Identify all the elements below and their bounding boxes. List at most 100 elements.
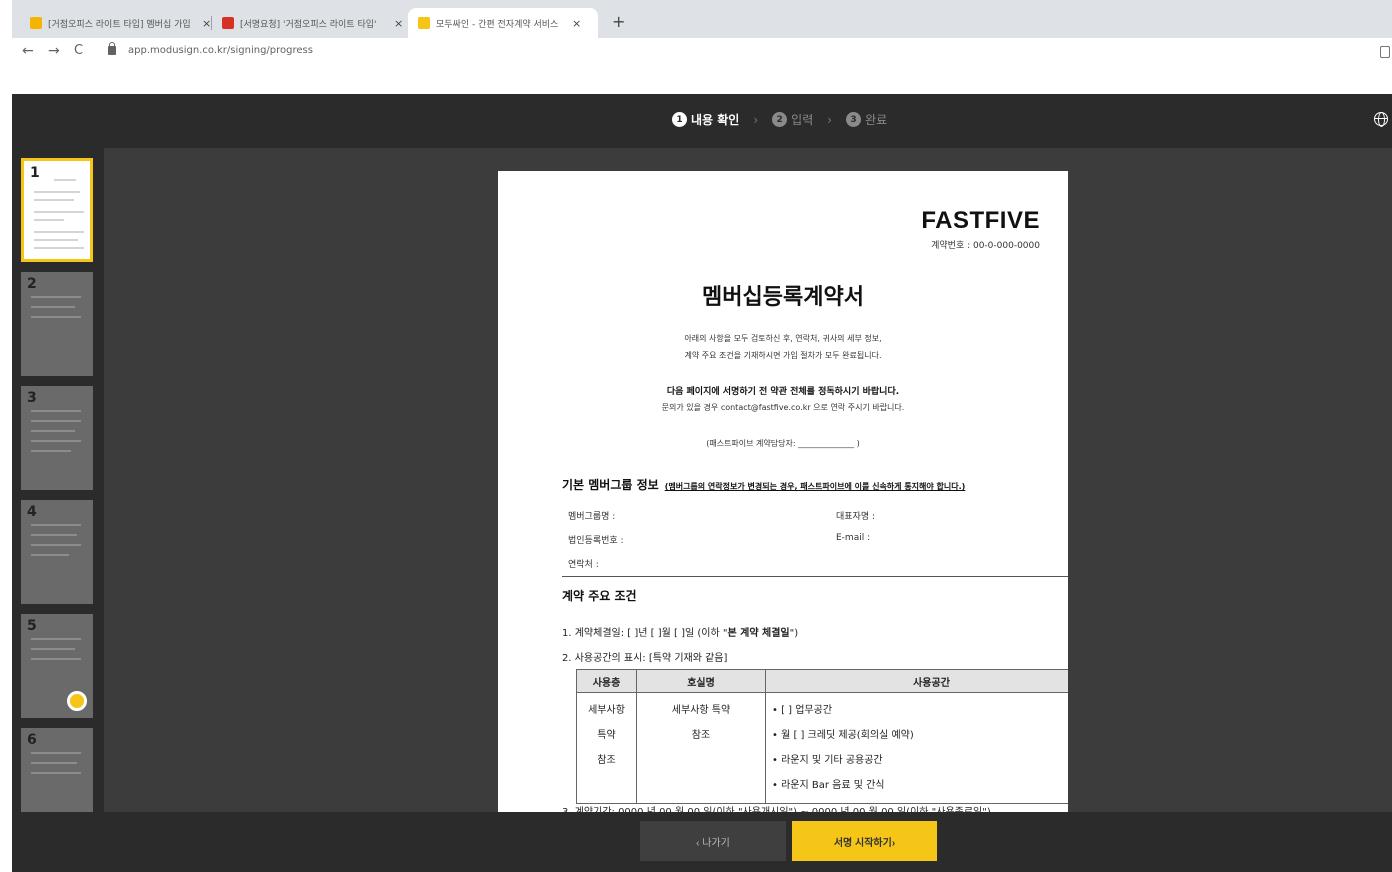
thumbnail-line	[34, 231, 84, 233]
thumbnail-number: 5	[27, 618, 37, 634]
cell-line: 참조	[597, 755, 616, 766]
browser-tab-3[interactable]: 모두싸인 - 간편 전자계약 서비스 ×	[408, 8, 598, 38]
step-label: 내용 확인	[691, 113, 740, 127]
thumbnail-line	[31, 316, 81, 318]
page-thumbnail-sidebar[interactable]: 1 2 3 4 5 6	[12, 148, 104, 812]
tab-title: [서명요청] '거점오피스 라이트 타입'	[240, 19, 377, 30]
term-bold: 본 계약 체결일	[727, 628, 790, 639]
thumbnail-number: 2	[27, 276, 37, 292]
field-email: E-mail :	[836, 533, 871, 543]
thumbnail-line	[34, 239, 78, 241]
intro-text-line: 아래의 사항을 모두 검토하신 후, 연락처, 귀사의 세부 정보,	[684, 334, 882, 343]
thumbnail-number: 3	[27, 390, 37, 406]
section-title-member-info: 기본 멤버그룹 정보 (멤버그룹의 연락정보가 변경되는 경우, 패스트파이브에 …	[562, 476, 965, 493]
contract-manager: (패스트파이브 계약담당자: ______________ )	[706, 439, 860, 448]
thumbnail-number: 4	[27, 504, 37, 520]
thumbnail-line	[31, 752, 81, 754]
page-thumbnail-4[interactable]: 4	[21, 500, 93, 604]
cell-line: • [ ] 업무공간	[772, 705, 833, 716]
term-text: ")	[789, 628, 799, 639]
step-complete: 3 완료	[846, 111, 887, 128]
exit-button[interactable]: ‹ 나가기	[640, 821, 786, 861]
step-number: 2	[772, 112, 788, 127]
field-contact: 연락처 :	[568, 560, 599, 570]
thumbnail-line	[31, 554, 69, 556]
field-representative: 대표자명 :	[836, 512, 876, 522]
lock-icon	[108, 42, 116, 55]
step-label: 입력	[791, 113, 814, 127]
thumbnail-number: 6	[27, 732, 37, 748]
document-title: 멤버십등록계약서	[702, 285, 864, 310]
browser-tab-1[interactable]: [거점오피스 라이트 타입] 멤버십 가입 ×	[20, 8, 221, 38]
address-bar: ← → C app.modusign.co.kr/signing/progres…	[12, 38, 1392, 68]
page-thumbnail-3[interactable]: 3	[21, 386, 93, 490]
thumbnail-line	[54, 179, 76, 181]
cell-line: • 라운지 Bar 음료 및 간식	[772, 780, 885, 791]
browser-tab-2[interactable]: [서명요청] '거점오피스 라이트 타입' ×	[212, 8, 413, 38]
signature-marker-icon	[67, 691, 87, 711]
page-thumbnail-1[interactable]: 1	[21, 158, 93, 262]
table-header: 사용층	[576, 669, 637, 693]
step-input: 2 입력	[772, 111, 813, 128]
term-item-3: 3. 계약기간: 0000 년 00 월 00 일(이하 "사용개시일") ~ …	[562, 803, 991, 812]
start-signing-button[interactable]: 서명 시작하기›	[792, 821, 937, 861]
thumbnail-line	[31, 524, 81, 526]
field-group-name: 멤버그룹명 :	[568, 512, 616, 522]
progress-stepper: 1 내용 확인 › 2 입력 › 3 완료	[12, 94, 1392, 148]
globe-icon[interactable]	[1374, 112, 1388, 127]
chevron-right-icon: ›	[827, 112, 833, 127]
close-tab-icon[interactable]: ×	[202, 17, 211, 30]
intro-text-line: 계약 주요 조건을 기재하시면 가입 절차가 모두 완료됩니다.	[684, 351, 882, 360]
reload-icon[interactable]: C	[74, 43, 83, 58]
contact-notice: 문의가 있을 경우 contact@fastfive.co.kr 으로 연락 주…	[661, 403, 905, 412]
extension-icon[interactable]	[1380, 46, 1390, 58]
table-header: 사용공간	[765, 669, 1068, 693]
company-logo: FASTFIVE	[921, 207, 1040, 234]
thumbnail-line	[34, 191, 80, 193]
thumbnail-line	[31, 772, 81, 774]
term-text: 1. 계약체결일: [ ]년 [ ]월 [ ]일 (이하 "	[562, 628, 728, 639]
document-page: FASTFIVE 계약번호 : 00-0-000-0000 멤버십등록계약서 아…	[498, 171, 1068, 812]
forward-icon[interactable]: →	[48, 43, 60, 59]
gmail-icon	[222, 17, 234, 29]
cell-line: • 라운지 및 기타 공용공간	[772, 755, 883, 766]
cell-line: 참조	[691, 730, 711, 741]
thumbnail-line	[31, 544, 81, 546]
table-cell-room: 세부사항 특약 참조	[636, 692, 766, 804]
thumbnail-line	[34, 247, 84, 249]
tab-title: [거점오피스 라이트 타입] 멤버십 가입	[48, 19, 191, 30]
thumbnail-line	[31, 420, 81, 422]
favicon-icon	[30, 17, 42, 29]
page-thumbnail-5[interactable]: 5	[21, 614, 93, 718]
thumbnail-number: 1	[30, 165, 40, 181]
notice-text: 다음 페이지에 서명하기 전 약관 전체를 정독하시기 바랍니다.	[666, 387, 900, 397]
term-item-2: 2. 사용공간의 표시: [특약 기재와 같음]	[562, 653, 728, 664]
close-tab-icon[interactable]: ×	[572, 17, 581, 30]
contract-number: 계약번호 : 00-0-000-0000	[931, 241, 1040, 251]
thumbnail-line	[31, 440, 81, 442]
url-field[interactable]: app.modusign.co.kr/signing/progress	[108, 42, 313, 56]
close-tab-icon[interactable]: ×	[394, 17, 403, 30]
thumbnail-line	[31, 296, 81, 298]
thumbnail-line	[34, 199, 74, 201]
url-text: app.modusign.co.kr/signing/progress	[128, 45, 313, 56]
thumbnail-line	[31, 648, 75, 650]
field-corp-no: 법인등록번호 :	[568, 536, 624, 546]
thumbnail-line	[31, 410, 81, 412]
page-thumbnail-6[interactable]: 6	[21, 728, 93, 812]
thumbnail-line	[31, 762, 77, 764]
thumbnail-line	[34, 219, 64, 221]
page-thumbnail-2[interactable]: 2	[21, 272, 93, 376]
space-table: 사용층 호실명 사용공간 세부사항 특약 참조 세부사항 특약 참조 • [ ]…	[576, 669, 1068, 804]
thumbnail-line	[31, 430, 75, 432]
section-title-terms: 계약 주요 조건	[562, 589, 637, 603]
tab-title: 모두싸인 - 간편 전자계약 서비스	[436, 19, 559, 30]
back-icon[interactable]: ←	[22, 43, 34, 59]
action-footer: ‹ 나가기 서명 시작하기›	[12, 812, 1392, 872]
thumbnail-line	[31, 306, 75, 308]
thumbnail-line	[34, 211, 84, 213]
new-tab-button[interactable]: +	[612, 12, 625, 31]
cell-line: 특약	[597, 730, 616, 741]
thumbnail-line	[31, 450, 71, 452]
signing-app: 1 내용 확인 › 2 입력 › 3 완료 1 2 3 4 5 6 FASTFI…	[12, 94, 1392, 872]
